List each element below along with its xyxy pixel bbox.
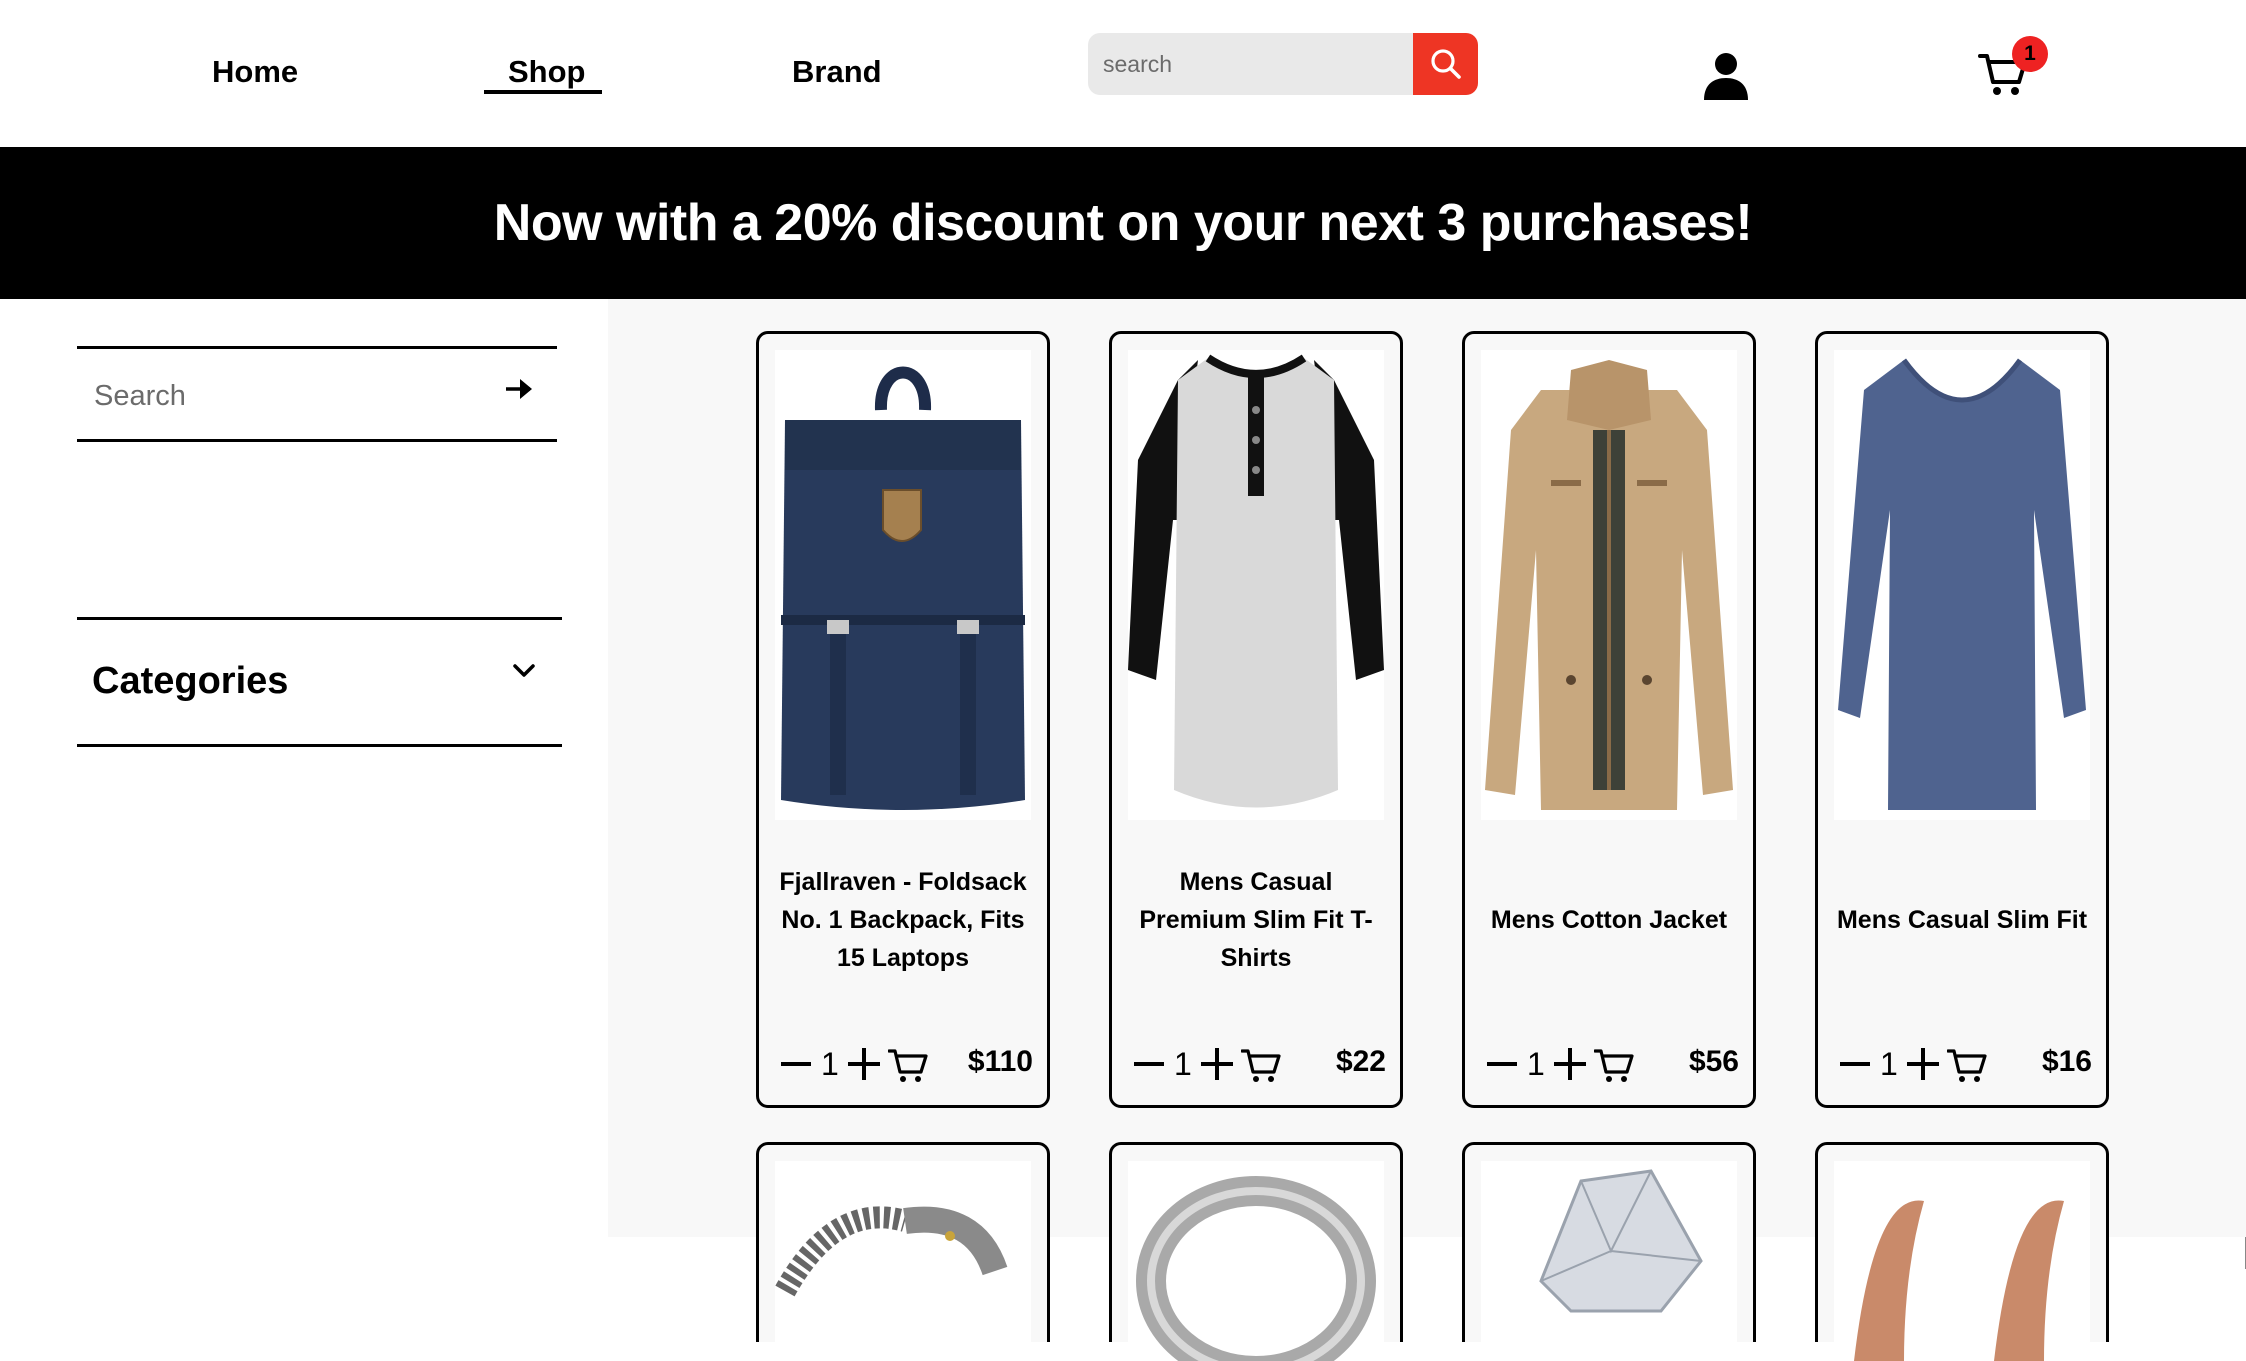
product-title[interactable]: Fjallraven - Foldsack No. 1 Backpack, Fi…: [777, 824, 1029, 1016]
product-image[interactable]: [1834, 1161, 2090, 1361]
navy-backpack-image: [775, 350, 1031, 820]
nav-shop-link[interactable]: Shop: [508, 52, 586, 92]
quantity-value: 1: [821, 1046, 839, 1082]
silver-ring-image: [1128, 1161, 1384, 1361]
product-image[interactable]: [1481, 1161, 1737, 1361]
product-title[interactable]: Mens Casual Slim Fit: [1836, 824, 2088, 1016]
product-image[interactable]: [1128, 350, 1384, 820]
product-image[interactable]: [1481, 350, 1737, 820]
add-to-cart-icon[interactable]: [1241, 1046, 1281, 1084]
product-controls: 1 $16: [1840, 1042, 2092, 1086]
increase-quantity-button[interactable]: [848, 1048, 880, 1080]
decrease-quantity-button[interactable]: [1840, 1062, 1870, 1066]
blue-long-sleeve-shirt-image: [1834, 350, 2090, 820]
sidebar-search-input[interactable]: [92, 375, 476, 417]
product-image[interactable]: [1834, 350, 2090, 820]
product-card[interactable]: Fjallraven - Foldsack No. 1 Backpack, Fi…: [756, 331, 1050, 1108]
increase-quantity-button[interactable]: [1554, 1048, 1586, 1080]
product-controls: 1 $110: [781, 1042, 1033, 1086]
nav-active-underline: [484, 90, 602, 94]
decrease-quantity-button[interactable]: [1134, 1062, 1164, 1066]
increase-quantity-button[interactable]: [1907, 1048, 1939, 1080]
add-to-cart-icon[interactable]: [1947, 1046, 1987, 1084]
product-image[interactable]: [775, 1161, 1031, 1361]
product-card[interactable]: [756, 1142, 1050, 1361]
arrow-right-icon[interactable]: [502, 371, 538, 407]
rose-gold-earrings-image: [1834, 1161, 2090, 1361]
decrease-quantity-button[interactable]: [1487, 1062, 1517, 1066]
search-icon: [1430, 49, 1461, 79]
product-price: $22: [1335, 1045, 1386, 1078]
filter-sidebar: Categories: [0, 299, 608, 1270]
increase-quantity-button[interactable]: [1201, 1048, 1233, 1080]
product-price: $56: [1688, 1045, 1739, 1078]
quantity-value: 1: [1880, 1046, 1898, 1082]
product-card[interactable]: Mens Casual Slim Fit 1 $16: [1815, 331, 2109, 1108]
product-card[interactable]: [1462, 1142, 1756, 1361]
raglan-henley-tshirt-image: [1128, 350, 1384, 820]
product-controls: 1 $56: [1487, 1042, 1739, 1086]
promo-banner-text: Now with a 20% discount on your next 3 p…: [493, 194, 1753, 252]
product-card[interactable]: Mens Cotton Jacket 1 $56: [1462, 331, 1756, 1108]
promo-banner: Now with a 20% discount on your next 3 p…: [0, 147, 2246, 299]
decrease-quantity-button[interactable]: [781, 1062, 811, 1066]
categories-label: Categories: [92, 660, 289, 702]
cart-count-badge: 1: [2012, 36, 2048, 72]
header-search-input[interactable]: [1088, 33, 1413, 95]
header-search: [1088, 33, 1478, 95]
sidebar-search: [77, 346, 557, 442]
quantity-value: 1: [1174, 1046, 1192, 1082]
product-title[interactable]: Mens Casual Premium Slim Fit T-Shirts: [1130, 824, 1382, 1016]
header-search-button[interactable]: [1413, 33, 1478, 95]
nav-brand-link[interactable]: Brand: [792, 52, 882, 92]
diamond-ring-image: [1481, 1161, 1737, 1361]
quantity-value: 1: [1527, 1046, 1545, 1082]
site-header: Home Shop Brand 1: [0, 0, 2246, 147]
product-card[interactable]: [1815, 1142, 2109, 1361]
user-account-icon[interactable]: [1700, 50, 1752, 102]
product-card[interactable]: Mens Casual Premium Slim Fit T-Shirts 1 …: [1109, 331, 1403, 1108]
product-grid: Fjallraven - Foldsack No. 1 Backpack, Fi…: [608, 299, 2246, 1361]
product-image[interactable]: [1128, 1161, 1384, 1361]
product-title[interactable]: Mens Cotton Jacket: [1483, 824, 1735, 1016]
khaki-cotton-jacket-image: [1481, 350, 1737, 820]
categories-dropdown[interactable]: Categories: [77, 617, 562, 747]
nav-home-link[interactable]: Home: [212, 52, 298, 92]
add-to-cart-icon[interactable]: [888, 1046, 928, 1084]
product-card[interactable]: [1109, 1142, 1403, 1361]
dragon-chain-bracelet-image: [775, 1161, 1031, 1361]
chevron-down-icon[interactable]: [509, 656, 539, 686]
product-price: $16: [2041, 1045, 2092, 1078]
add-to-cart-icon[interactable]: [1594, 1046, 1634, 1084]
product-image[interactable]: [775, 350, 1031, 820]
product-price: $110: [967, 1045, 1033, 1078]
product-controls: 1 $22: [1134, 1042, 1386, 1086]
